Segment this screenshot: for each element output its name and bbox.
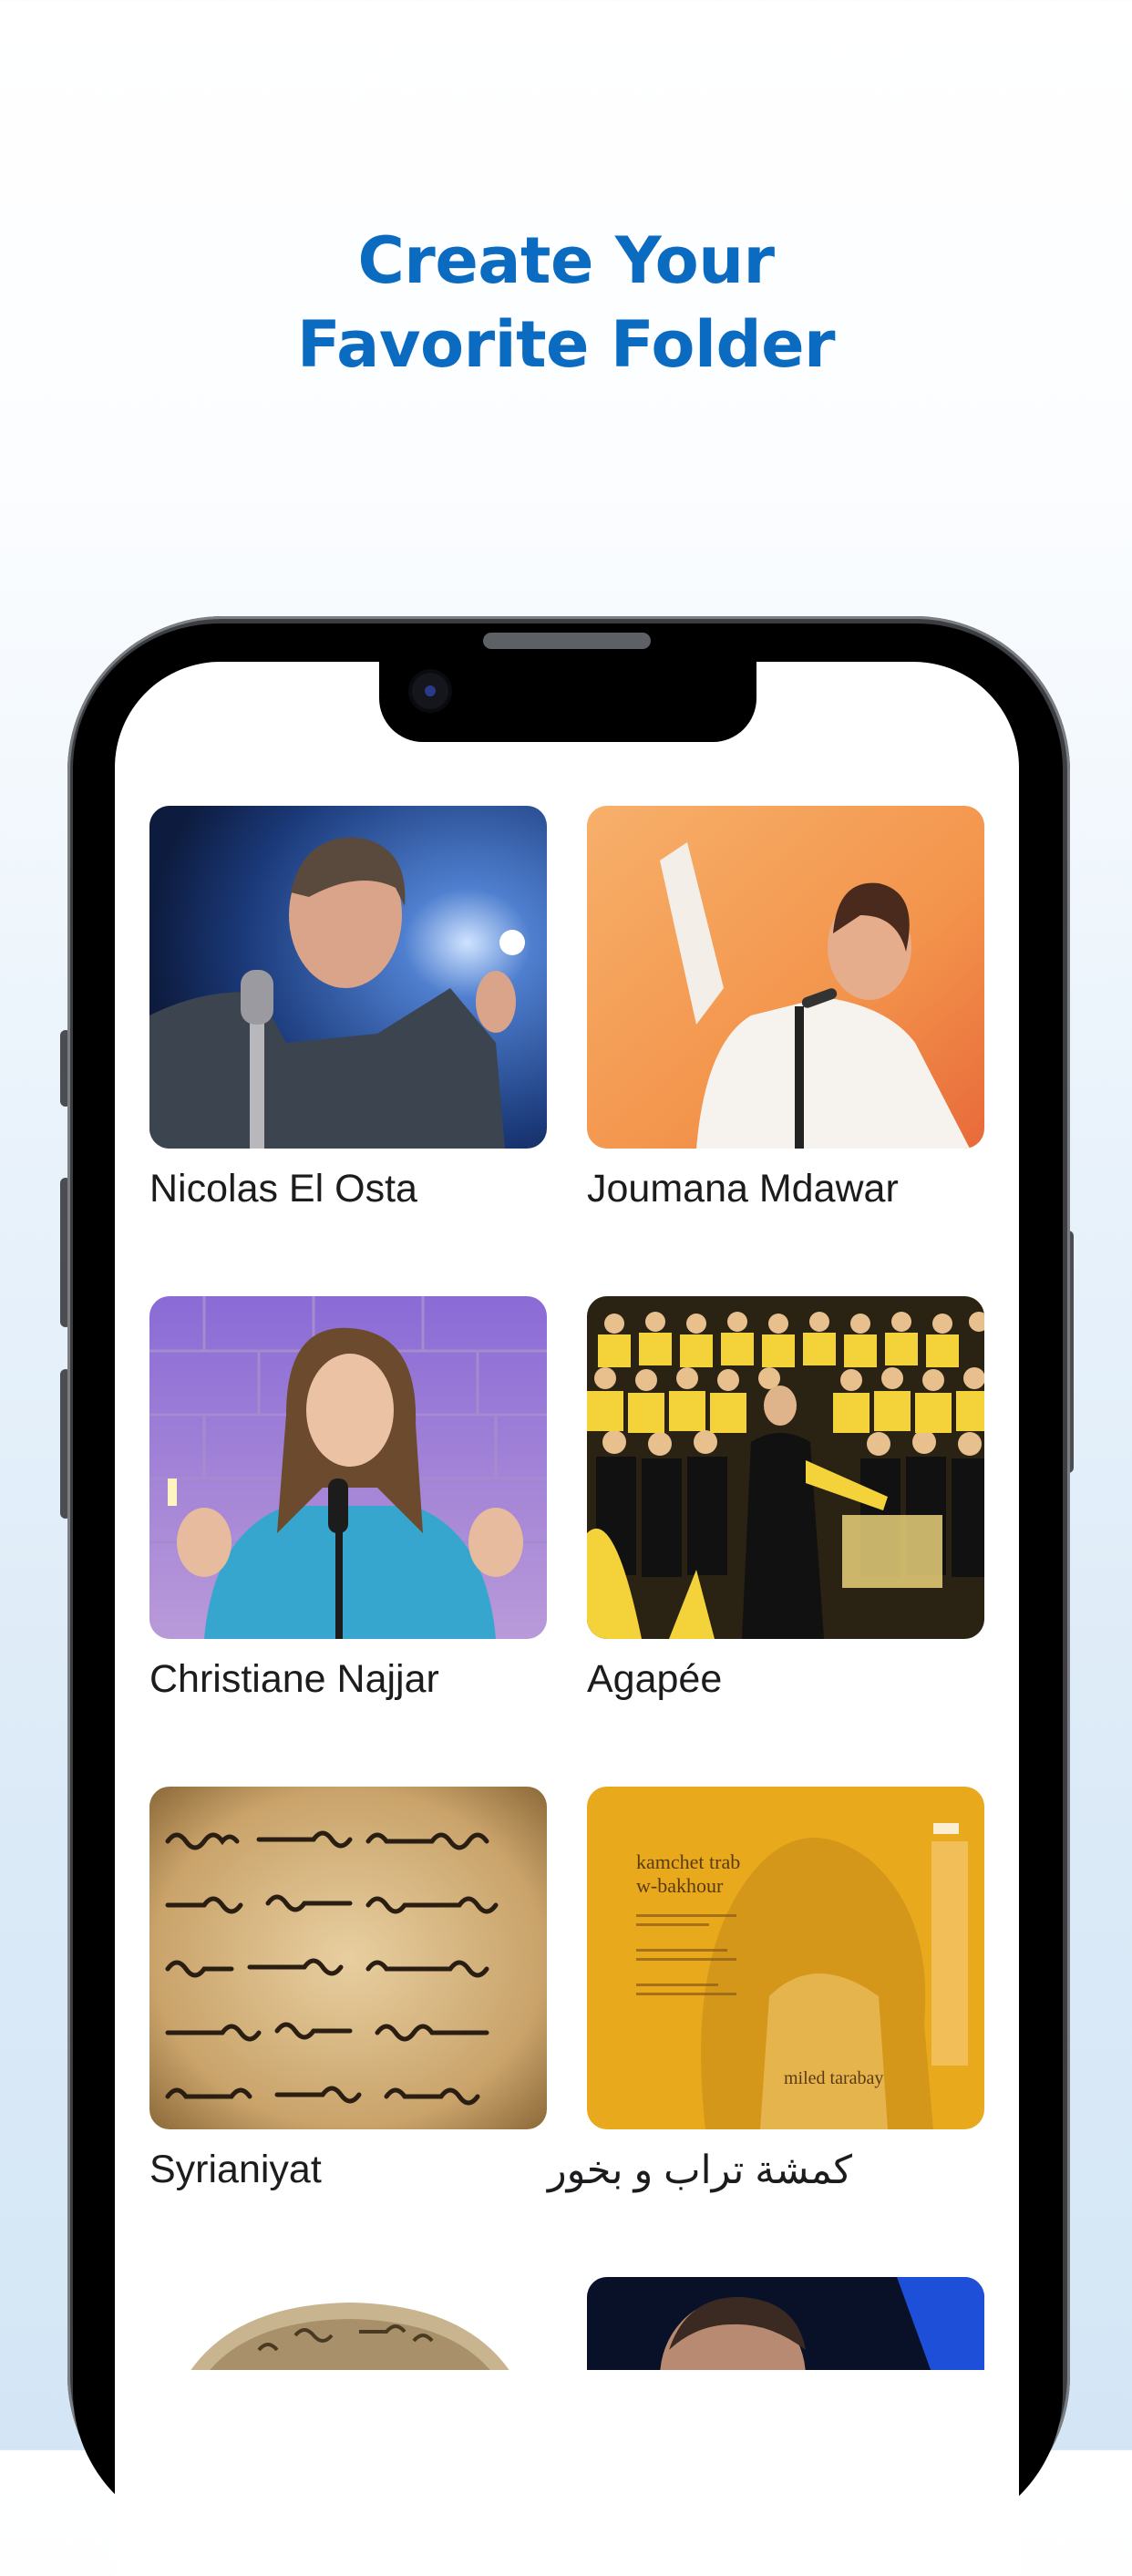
scroll-fade-cover: [115, 2370, 1019, 2450]
folder-card-joumana-mdawar[interactable]: Joumana Mdawar: [587, 806, 984, 1211]
front-camera: [412, 673, 448, 709]
folder-title: Christiane Najjar: [149, 1657, 439, 1701]
folder-thumbnail: [149, 1296, 547, 1639]
folder-thumbnail: [149, 2277, 547, 2377]
folder-card-nicolas-el-osta[interactable]: Nicolas El Osta: [149, 806, 547, 1211]
folder-card-kamchet-trab[interactable]: kamchet trab w-bakhour miled tarabay كمش…: [547, 1787, 984, 2193]
folder-title: Joumana Mdawar: [587, 1167, 899, 1211]
folder-thumbnail: [587, 806, 984, 1149]
folder-card-agapee[interactable]: Agapée: [587, 1296, 984, 1702]
cover-title-line-1: kamchet trab: [636, 1850, 740, 1873]
folder-title: Syrianiyat: [149, 2148, 322, 2191]
folder-thumbnail: [587, 1296, 984, 1639]
cover-title-line-2: w-bakhour: [636, 1874, 724, 1897]
folder-card-syrianiyat[interactable]: Syrianiyat: [149, 1787, 547, 2192]
headline-line-2: Favorite Folder: [296, 307, 836, 382]
cover-artist: miled tarabay: [784, 2068, 883, 2088]
headline-line-1: Create Your: [357, 223, 775, 298]
folder-thumbnail: [587, 2277, 984, 2377]
folder-card-christiane-najjar[interactable]: Christiane Najjar: [149, 1296, 547, 1702]
folder-title: كمشة تراب و بخور: [547, 2148, 852, 2192]
folder-thumbnail: [149, 1787, 547, 2129]
folder-thumbnail: kamchet trab w-bakhour miled tarabay: [587, 1787, 984, 2129]
folder-thumbnail: [149, 806, 547, 1149]
folder-title: Nicolas El Osta: [149, 1167, 417, 1211]
phone-speaker: [483, 633, 651, 649]
folder-title: Agapée: [587, 1657, 723, 1701]
headline: Create Your Favorite Folder: [0, 219, 1132, 386]
